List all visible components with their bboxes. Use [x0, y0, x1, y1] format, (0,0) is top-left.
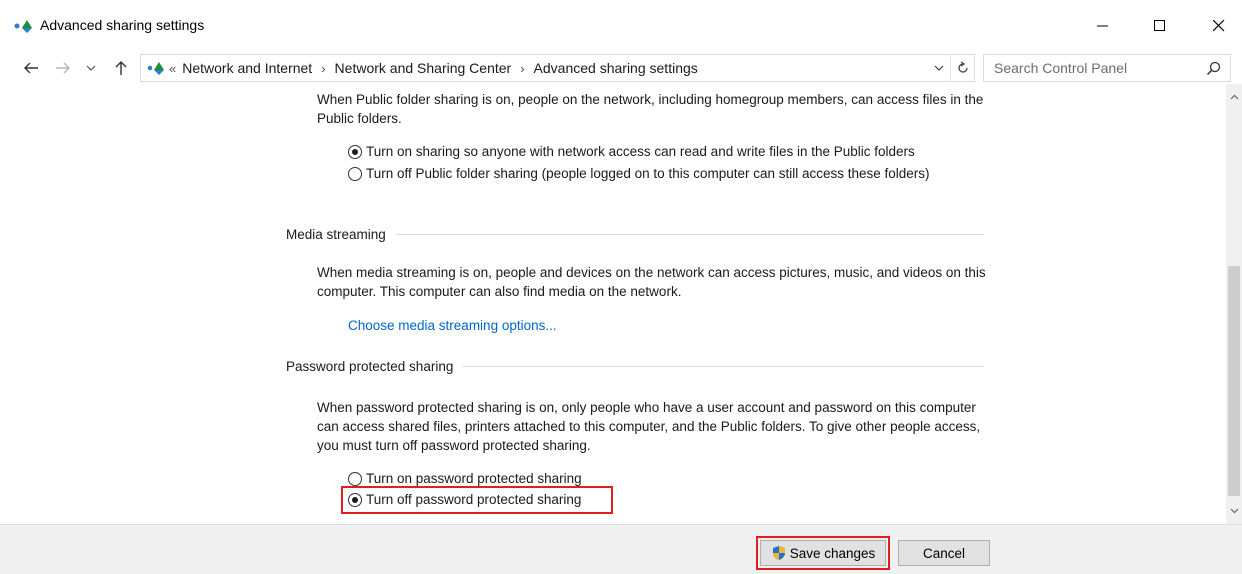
address-row: « Network and Internet › Network and Sha… — [0, 52, 1242, 84]
public-folder-description: When Public folder sharing is on, people… — [317, 92, 984, 126]
close-button[interactable] — [1196, 8, 1242, 44]
footer-bar: Save changes Cancel — [0, 524, 1242, 574]
cancel-label: Cancel — [922, 545, 966, 561]
up-button[interactable] — [110, 58, 132, 78]
maximize-icon — [1154, 20, 1165, 31]
recent-locations-button[interactable] — [84, 58, 98, 78]
media-streaming-heading: Media streaming — [286, 227, 386, 242]
title-bar: Advanced sharing settings — [0, 0, 1242, 52]
password-sharing-description: When password protected sharing is on, o… — [317, 400, 981, 453]
breadcrumb-overflow[interactable]: « — [169, 61, 176, 76]
highlight-password-off — [341, 486, 613, 514]
refresh-icon — [957, 61, 968, 73]
section-divider — [463, 366, 984, 367]
vertical-scrollbar[interactable] — [1226, 84, 1242, 524]
breadcrumb-network-and-sharing-center[interactable]: Network and Sharing Center — [335, 60, 512, 76]
password-sharing-heading: Password protected sharing — [286, 359, 454, 374]
public-folder-on-label[interactable]: Turn on sharing so anyone with network a… — [366, 142, 915, 161]
search-input[interactable]: Search Control Panel — [983, 54, 1231, 82]
section-divider — [395, 234, 984, 235]
password-sharing-section: Password protected sharing — [286, 359, 984, 374]
address-dropdown-button[interactable] — [928, 55, 950, 81]
forward-button[interactable] — [52, 58, 74, 78]
back-button[interactable] — [20, 58, 42, 78]
search-placeholder: Search Control Panel — [994, 60, 1128, 76]
minimize-button[interactable] — [1080, 8, 1126, 44]
chevron-down-icon — [934, 65, 944, 71]
media-streaming-section: Media streaming — [286, 227, 984, 242]
cancel-button[interactable]: Cancel — [898, 540, 990, 566]
public-folder-on-option[interactable]: Turn on sharing so anyone with network a… — [348, 142, 915, 161]
back-arrow-icon — [24, 62, 38, 74]
close-icon — [1213, 20, 1225, 32]
breadcrumb-separator-icon[interactable]: › — [520, 61, 524, 76]
search-icon[interactable] — [1206, 61, 1222, 77]
breadcrumb-advanced-sharing-settings[interactable]: Advanced sharing settings — [534, 60, 698, 76]
window-title: Advanced sharing settings — [40, 17, 205, 33]
chevron-down-icon — [1230, 508, 1238, 514]
minimize-icon — [1097, 25, 1108, 27]
media-streaming-options-link[interactable]: Choose media streaming options... — [348, 318, 557, 333]
scroll-up-button[interactable] — [1226, 90, 1242, 104]
public-folder-off-label[interactable]: Turn off Public folder sharing (people l… — [366, 164, 966, 183]
scroll-thumb[interactable] — [1228, 266, 1240, 496]
public-folder-on-radio[interactable] — [348, 145, 362, 159]
chevron-down-icon — [86, 65, 96, 71]
public-folder-off-radio[interactable] — [348, 167, 362, 181]
chevron-up-icon — [1230, 94, 1238, 100]
maximize-button[interactable] — [1137, 8, 1183, 44]
breadcrumb-network-and-internet[interactable]: Network and Internet — [182, 60, 312, 76]
settings-content: When Public folder sharing is on, people… — [0, 84, 1226, 524]
password-sharing-on-radio[interactable] — [348, 472, 362, 486]
breadcrumb-separator-icon[interactable]: › — [321, 61, 325, 76]
scroll-down-button[interactable] — [1226, 504, 1242, 518]
up-arrow-icon — [115, 61, 127, 75]
network-sharing-icon — [14, 20, 32, 33]
refresh-button[interactable] — [950, 55, 974, 81]
highlight-save-button — [756, 536, 890, 570]
address-bar[interactable]: « Network and Internet › Network and Sha… — [140, 54, 975, 82]
forward-arrow-icon — [56, 62, 70, 74]
media-streaming-description: When media streaming is on, people and d… — [317, 265, 986, 299]
network-sharing-icon — [147, 62, 164, 75]
public-folder-off-option[interactable]: Turn off Public folder sharing (people l… — [348, 164, 968, 183]
